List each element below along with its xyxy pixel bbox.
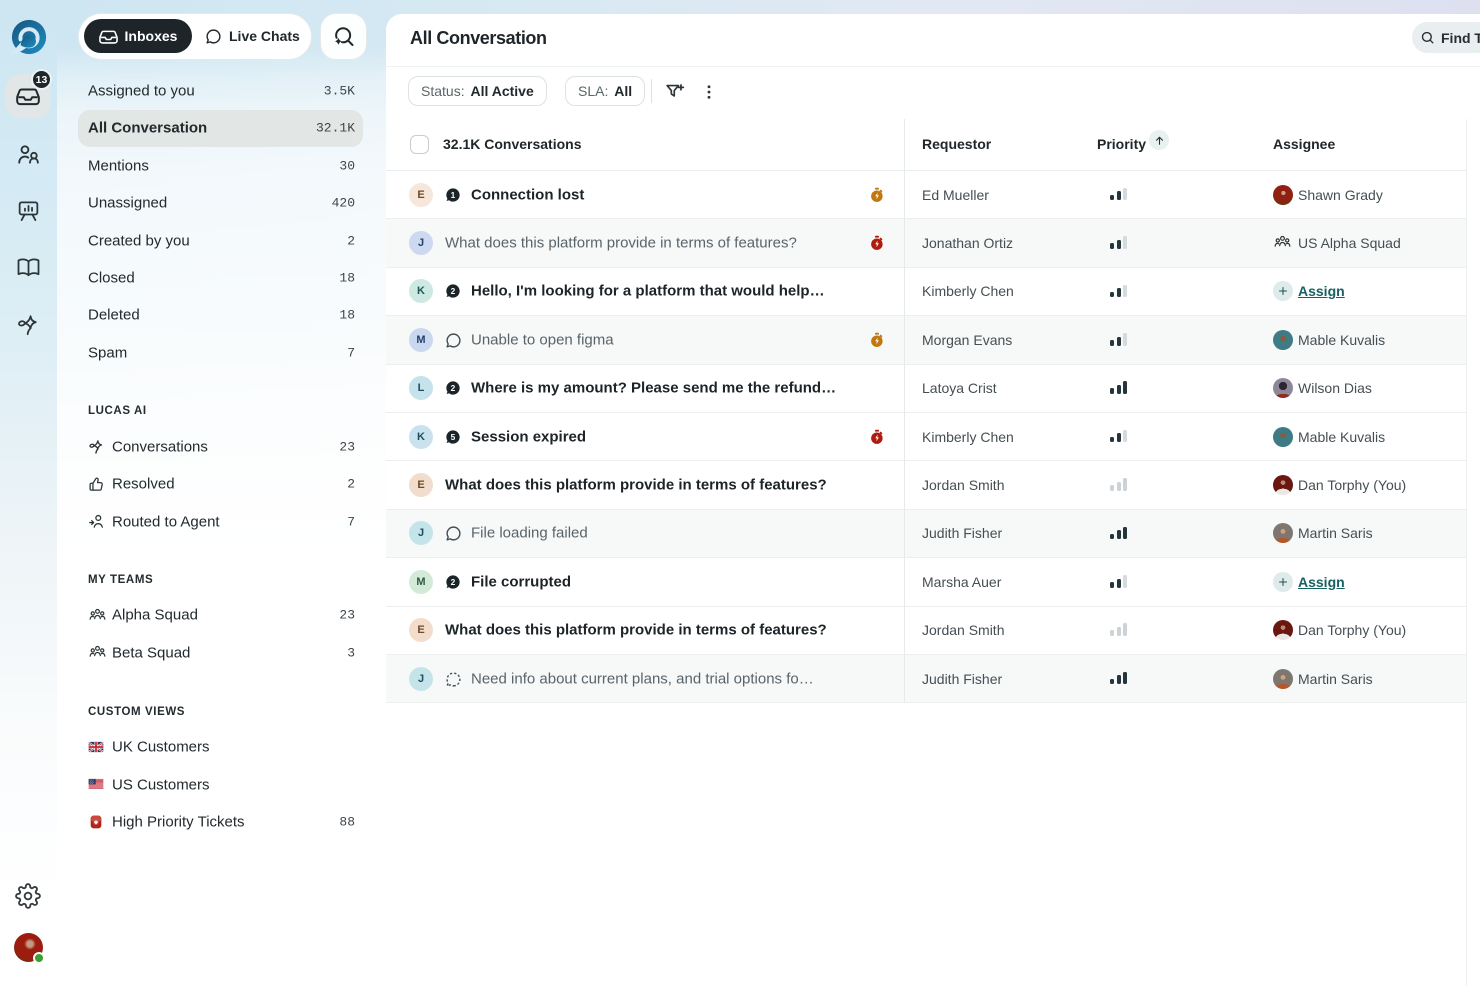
svg-text:2: 2	[451, 577, 456, 587]
svg-text:2: 2	[451, 383, 456, 393]
svg-text:2: 2	[451, 286, 456, 296]
svg-text:1: 1	[451, 190, 456, 200]
svg-text:5: 5	[451, 432, 456, 442]
